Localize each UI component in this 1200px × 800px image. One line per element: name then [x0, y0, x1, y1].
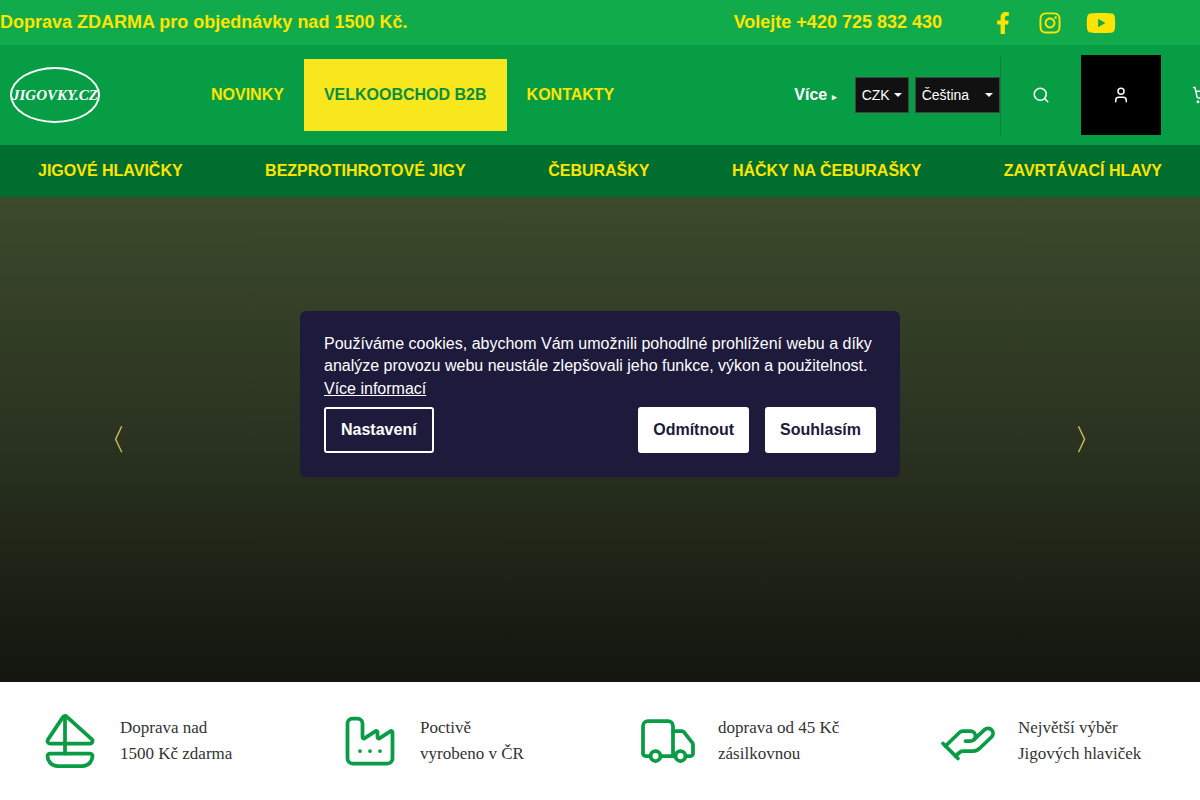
- facebook-icon[interactable]: [992, 12, 1014, 34]
- category-item[interactable]: ZAVRTÁVACÍ HLAVY: [1004, 159, 1162, 183]
- category-bar: JIGOVÉ HLAVIČKY BEZPROTIHROTOVÉ JIGY ČEBUR…: [0, 145, 1200, 197]
- user-icon: [1112, 86, 1130, 104]
- cookie-buttons: Nastavení Odmítnout Souhlasím: [324, 407, 876, 453]
- feature-item: Poctivěvyrobeno v ČR: [300, 711, 600, 771]
- cookie-message: Používáme cookies, abychom Vám umožnili …: [324, 333, 876, 377]
- nav-item[interactable]: KONTAKTY: [507, 59, 635, 131]
- category-item[interactable]: BEZPROTIHROTOVÉ JIGY: [265, 159, 466, 183]
- feature-text: Poctivěvyrobeno v ČR: [420, 715, 524, 767]
- feature-text: Největší výběrJigových hlaviček: [1018, 715, 1141, 767]
- cart-button[interactable]: [1161, 55, 1200, 135]
- category-item[interactable]: HÁČKY NA ČEBURAŠKY: [732, 159, 921, 183]
- phone[interactable]: Volejte +420 725 832 430: [734, 9, 942, 36]
- main-nav: NOVINKYVELKOOBCHOD B2BKONTAKTY: [191, 59, 634, 131]
- features-strip: Doprava nad1500 Kč zdarma Poctivěvyrobeno…: [0, 682, 1200, 800]
- feature-text: Doprava nad1500 Kč zdarma: [120, 715, 232, 767]
- feature-item: Největší výběrJigových hlaviček: [900, 711, 1200, 771]
- banner-next[interactable]: 〉: [1074, 417, 1104, 462]
- header-actions: [1000, 55, 1200, 135]
- search-button[interactable]: [1001, 55, 1081, 135]
- cookie-more-link[interactable]: Více informací: [324, 380, 426, 397]
- top-bar: Doprava ZDARMA pro objednávky nad 1500 K…: [0, 0, 1200, 45]
- feature-item: doprava od 45 Kčzásilkovnou: [600, 711, 900, 771]
- nav-item[interactable]: NOVINKY: [191, 59, 304, 131]
- more-menu[interactable]: Více ▸: [794, 83, 836, 107]
- social-links: [992, 8, 1116, 38]
- feature-icon: [340, 711, 400, 771]
- shipping-notice: Doprava ZDARMA pro objednávky nad 1500 K…: [0, 9, 407, 36]
- account-button[interactable]: [1081, 55, 1161, 135]
- instagram-icon[interactable]: [1038, 11, 1062, 35]
- category-item[interactable]: ČEBURAŠKY: [548, 159, 649, 183]
- currency-select[interactable]: CZK: [855, 77, 909, 113]
- feature-icon: [638, 711, 698, 771]
- feature-item: Doprava nad1500 Kč zdarma: [0, 711, 300, 771]
- search-icon: [1032, 86, 1050, 104]
- feature-text: doprava od 45 Kčzásilkovnou: [718, 715, 839, 767]
- cookie-button[interactable]: Odmítnout: [638, 407, 749, 453]
- feature-icon: [40, 711, 100, 771]
- hero-banner: 〈 〉 Používáme cookies, abychom Vám umožnil…: [0, 197, 1200, 682]
- nav-item[interactable]: VELKOOBCHOD B2B: [304, 59, 507, 131]
- logo[interactable]: JIGOVKY.CZ: [10, 67, 100, 123]
- cookie-button[interactable]: Souhlasím: [765, 407, 876, 453]
- banner-prev[interactable]: 〈: [96, 417, 126, 462]
- youtube-icon[interactable]: [1086, 8, 1116, 38]
- cart-icon: [1192, 86, 1200, 104]
- cookie-button[interactable]: Nastavení: [324, 407, 434, 453]
- header: JIGOVKY.CZ NOVINKYVELKOOBCHOD B2BKONTAKTY…: [0, 45, 1200, 145]
- category-item[interactable]: JIGOVÉ HLAVIČKY: [38, 159, 183, 183]
- feature-icon: [938, 711, 998, 771]
- page: Doprava ZDARMA pro objednávky nad 1500 K…: [0, 0, 1200, 800]
- language-select[interactable]: Čeština: [915, 77, 1000, 113]
- cookie-dialog: Používáme cookies, abychom Vám umožnili …: [300, 311, 900, 477]
